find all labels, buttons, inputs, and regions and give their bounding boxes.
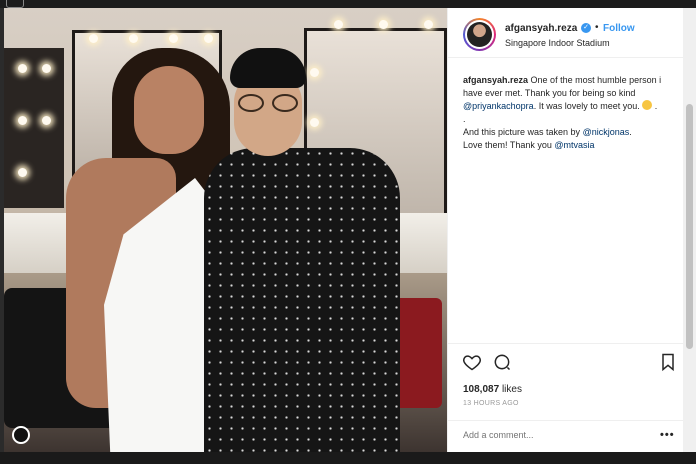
mention-link[interactable]: @nickjonas xyxy=(583,127,630,137)
browser-top-strip xyxy=(0,0,696,8)
camera-icon xyxy=(6,0,24,8)
mention-link[interactable]: @priyankachopra xyxy=(463,101,534,111)
likes-count[interactable]: 108,087 likes xyxy=(463,384,522,395)
post-caption: afgansyah.reza One of the most humble pe… xyxy=(463,75,662,150)
mirror-bulb xyxy=(18,116,27,125)
verified-badge-icon: ✓ xyxy=(581,23,591,33)
mirror-bulb xyxy=(310,118,319,127)
mirror-bulb xyxy=(424,20,433,29)
scrollbar[interactable] xyxy=(683,8,696,452)
mirror-bulb xyxy=(18,168,27,177)
post-actions: 108,087 likes 13 HOURS AGO ••• xyxy=(448,343,684,443)
mention-link[interactable]: @mtvasia xyxy=(554,140,594,150)
caption-username[interactable]: afgansyah.reza xyxy=(463,75,528,85)
post-timestamp[interactable]: 13 HOURS AGO xyxy=(463,400,519,407)
screenshot-frame: afgansyah.reza ✓ • Follow Singapore Indo… xyxy=(0,0,696,464)
post-header: afgansyah.reza ✓ • Follow Singapore Indo… xyxy=(448,8,684,58)
mirror-bulb xyxy=(42,64,51,73)
mirror-bulb xyxy=(310,68,319,77)
glasses xyxy=(236,94,300,112)
post-photo[interactable] xyxy=(4,8,447,452)
mirror-bulb xyxy=(18,64,27,73)
patterned-shirt xyxy=(204,148,400,452)
bookmark-icon[interactable] xyxy=(658,352,678,372)
comment-input[interactable] xyxy=(463,430,643,440)
man-hair xyxy=(230,48,306,88)
more-options-icon[interactable]: ••• xyxy=(660,429,675,441)
caption-text: Love them! Thank you xyxy=(463,140,552,150)
caption-text: And this picture was taken by xyxy=(463,127,581,137)
location-link[interactable]: Singapore Indoor Stadium xyxy=(505,38,610,48)
comment-icon[interactable] xyxy=(492,352,512,372)
mirror-bulb xyxy=(334,20,343,29)
woman-face xyxy=(134,66,204,154)
follow-button[interactable]: Follow xyxy=(603,23,635,34)
smile-emoji-icon xyxy=(642,100,653,110)
mirror-bulb xyxy=(204,34,213,43)
avatar[interactable] xyxy=(463,18,496,51)
user-tag-icon[interactable] xyxy=(12,426,30,444)
post-side-panel: afgansyah.reza ✓ • Follow Singapore Indo… xyxy=(447,8,684,452)
caption-text: . xyxy=(629,127,632,137)
mirror-bulb xyxy=(89,34,98,43)
mirror-bulb xyxy=(379,20,388,29)
comment-bar: ••• xyxy=(448,420,684,452)
browser-bottom-strip xyxy=(0,452,696,464)
mirror-bulb xyxy=(129,34,138,43)
caption-text: . xyxy=(463,114,466,124)
mirror-bulb xyxy=(169,34,178,43)
username-link[interactable]: afgansyah.reza xyxy=(505,23,577,34)
caption-text: . It was lovely to meet you. xyxy=(533,101,640,111)
scrollbar-thumb[interactable] xyxy=(686,104,693,349)
mirror-bulb xyxy=(42,116,51,125)
separator-dot: • xyxy=(595,22,599,33)
dark-wall-panel xyxy=(4,48,64,208)
heart-icon[interactable] xyxy=(462,352,482,372)
